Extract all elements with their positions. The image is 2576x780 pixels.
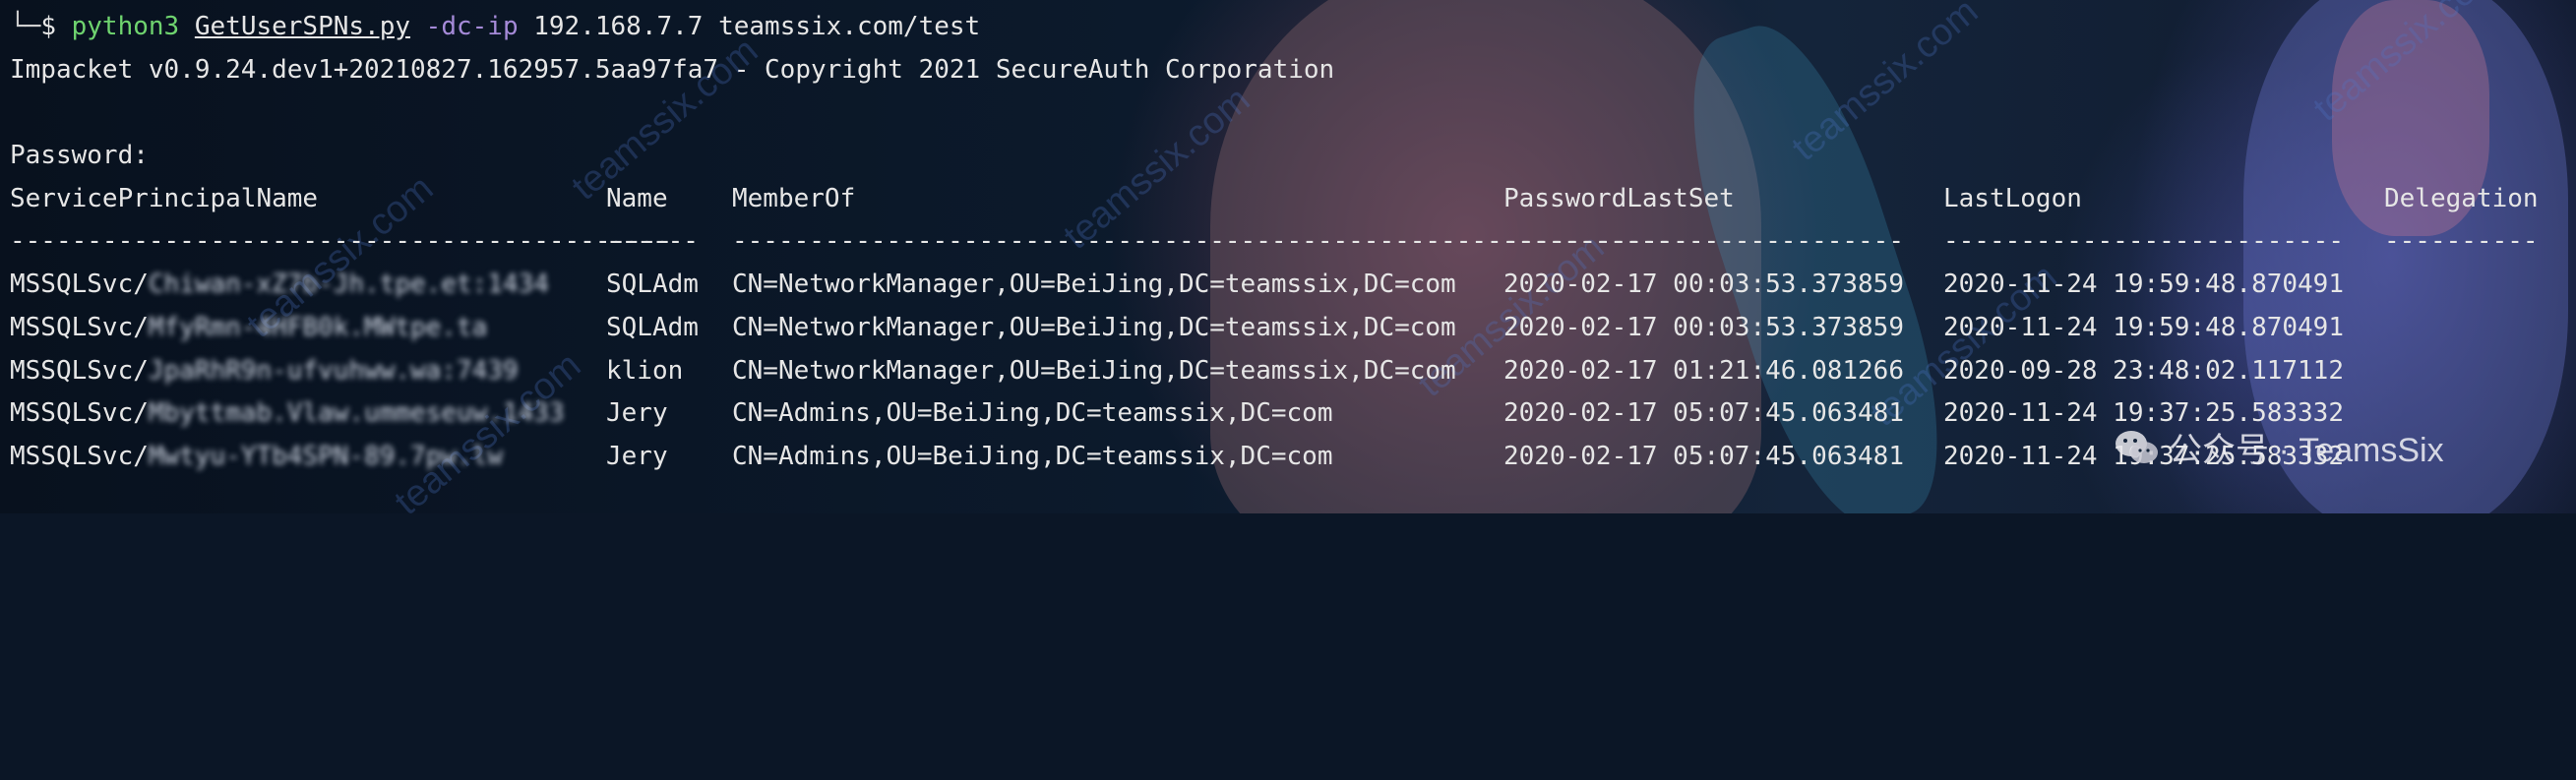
table-separator: ----------------------------------------… — [10, 220, 2576, 264]
cell-name: klion — [606, 355, 684, 386]
cell-spn: MSSQLSvc/MfyRmn-4HFB0k.MWtpe.ta — [10, 307, 487, 350]
cell-name: Jery — [606, 441, 668, 471]
cell-lastlogon: 2020-11-24 19:59:48.870491 — [1943, 270, 2344, 300]
cell-lastlogon: 2020-09-28 23:48:02.117112 — [1943, 355, 2344, 386]
cell-passwordlastset: 2020-02-17 00:03:53.373859 — [1503, 312, 1904, 342]
spn-redacted: JpaRhR9n-ufvuhww.wa:7439 — [148, 355, 519, 386]
cell-name: SQLAdm — [606, 270, 699, 300]
table-row: MSSQLSvc/MfyRmn-4HFB0k.MWtpe.ta SQLAdm C… — [10, 307, 2576, 350]
cell-spn: MSSQLSvc/Mbyttmab.Vlaw.ummeseuw.1433 — [10, 392, 565, 436]
command-script: GetUserSPNs.py — [194, 12, 411, 41]
wechat-badge-label: 公众号 · TeamsSix — [2169, 432, 2444, 469]
table-header: ServicePrincipalName Name MemberOf Passw… — [10, 178, 2576, 221]
cell-memberof: CN=NetworkManager,OU=BeiJing,DC=teamssix… — [732, 312, 1456, 342]
header-lastlogon: LastLogon — [1943, 183, 2082, 213]
header-memberof: MemberOf — [732, 183, 856, 213]
separator-spn: ----------------------------------------… — [10, 226, 673, 257]
wechat-icon — [2114, 429, 2159, 466]
cell-name: Jery — [606, 398, 668, 429]
cell-passwordlastset: 2020-02-17 05:07:45.063481 — [1503, 441, 1904, 471]
spn-prefix: MSSQLSvc/ — [10, 270, 149, 300]
separator-name: ------ — [606, 226, 699, 257]
spn-redacted: Mwtyu-YTb4SPN-89.7pw.lw — [148, 441, 503, 471]
banner-line: Impacket v0.9.24.dev1+20210827.162957.5a… — [10, 54, 1335, 85]
cell-spn: MSSQLSvc/JpaRhR9n-ufvuhww.wa:7439 — [10, 350, 519, 393]
spn-redacted: MfyRmn-4HFB0k.MWtpe.ta — [148, 312, 488, 342]
header-delegation: Delegation — [2384, 183, 2539, 213]
password-prompt: Password: — [10, 141, 149, 171]
command-flag: -dc-ip — [425, 12, 519, 41]
wechat-watermark-badge: 公众号 · TeamsSix — [2114, 423, 2444, 471]
table-row: MSSQLSvc/JpaRhR9n-ufvuhww.wa:7439 klion … — [10, 350, 2576, 393]
command-program: python3 — [71, 12, 180, 41]
command-ip: 192.168.7.7 — [533, 12, 704, 41]
cell-lastlogon: 2020-11-24 19:59:48.870491 — [1943, 312, 2344, 342]
separator-lastlogon: -------------------------- — [1943, 226, 2344, 257]
separator-delegation: ---------- — [2384, 226, 2539, 257]
cell-name: SQLAdm — [606, 312, 699, 342]
command-target: teamssix.com/test — [718, 12, 981, 41]
command-line: └─$ python3 GetUserSPNs.py -dc-ip 192.16… — [10, 6, 2576, 49]
header-name: Name — [606, 183, 668, 213]
header-spn: ServicePrincipalName — [10, 183, 319, 213]
cell-passwordlastset: 2020-02-17 01:21:46.081266 — [1503, 355, 1904, 386]
spn-redacted: Mbyttmab.Vlaw.ummeseuw.1433 — [148, 398, 565, 429]
cell-memberof: CN=NetworkManager,OU=BeiJing,DC=teamssix… — [732, 355, 1456, 386]
separator-passwordlastset: -------------------------- — [1503, 226, 1904, 257]
spn-prefix: MSSQLSvc/ — [10, 312, 149, 342]
prompt-corner: └─ — [10, 12, 41, 41]
spn-redacted: Chiwan-xZ7b-Jh.tpe.et:1434 — [148, 270, 549, 300]
prompt-symbol: $ — [40, 12, 56, 41]
spn-prefix: MSSQLSvc/ — [10, 398, 149, 429]
spn-prefix: MSSQLSvc/ — [10, 441, 149, 471]
header-passwordlastset: PasswordLastSet — [1503, 183, 1735, 213]
cell-memberof: CN=Admins,OU=BeiJing,DC=teamssix,DC=com — [732, 398, 1333, 429]
cell-spn: MSSQLSvc/Chiwan-xZ7b-Jh.tpe.et:1434 — [10, 264, 549, 307]
cell-spn: MSSQLSvc/Mwtyu-YTb4SPN-89.7pw.lw — [10, 436, 503, 479]
table-row: MSSQLSvc/Chiwan-xZ7b-Jh.tpe.et:1434 SQLA… — [10, 264, 2576, 307]
spn-prefix: MSSQLSvc/ — [10, 355, 149, 386]
cell-passwordlastset: 2020-02-17 00:03:53.373859 — [1503, 270, 1904, 300]
cell-passwordlastset: 2020-02-17 05:07:45.063481 — [1503, 398, 1904, 429]
cell-memberof: CN=NetworkManager,OU=BeiJing,DC=teamssix… — [732, 270, 1456, 300]
cell-memberof: CN=Admins,OU=BeiJing,DC=teamssix,DC=com — [732, 441, 1333, 471]
